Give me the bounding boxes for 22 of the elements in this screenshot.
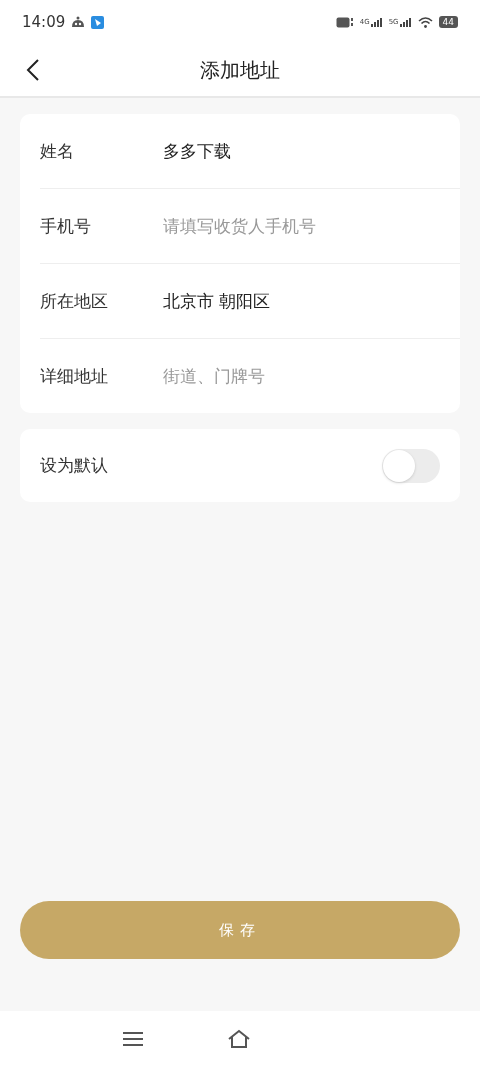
wifi-icon <box>417 16 433 28</box>
home-icon[interactable] <box>227 1029 251 1049</box>
back-icon[interactable] <box>26 58 40 82</box>
robot-icon <box>71 16 86 28</box>
input-field[interactable]: 北京市 朝阳区 <box>163 291 440 311</box>
app-icon <box>91 15 105 29</box>
setting-label: 设为默认 <box>40 454 109 477</box>
input-field[interactable]: 多多下载 <box>163 141 440 161</box>
hd-icon <box>335 16 354 28</box>
input-field[interactable]: 街道、门牌号 <box>163 366 440 386</box>
field-label: 姓名 <box>40 139 75 163</box>
battery-indicator: 44 <box>438 16 458 28</box>
field-label: 手机号 <box>40 214 92 238</box>
field-label: 所在地区 <box>40 289 109 313</box>
menu-icon[interactable] <box>123 1031 143 1047</box>
input-field[interactable]: 请填写收货人手机号 <box>163 216 440 236</box>
toggle-switch[interactable] <box>382 448 440 483</box>
field-label: 详细地址 <box>40 364 109 388</box>
signal-icon <box>399 17 412 27</box>
page-title: 添加地址 <box>200 56 280 84</box>
signal-icon <box>370 17 383 27</box>
status-time: 14:09 <box>22 13 66 31</box>
